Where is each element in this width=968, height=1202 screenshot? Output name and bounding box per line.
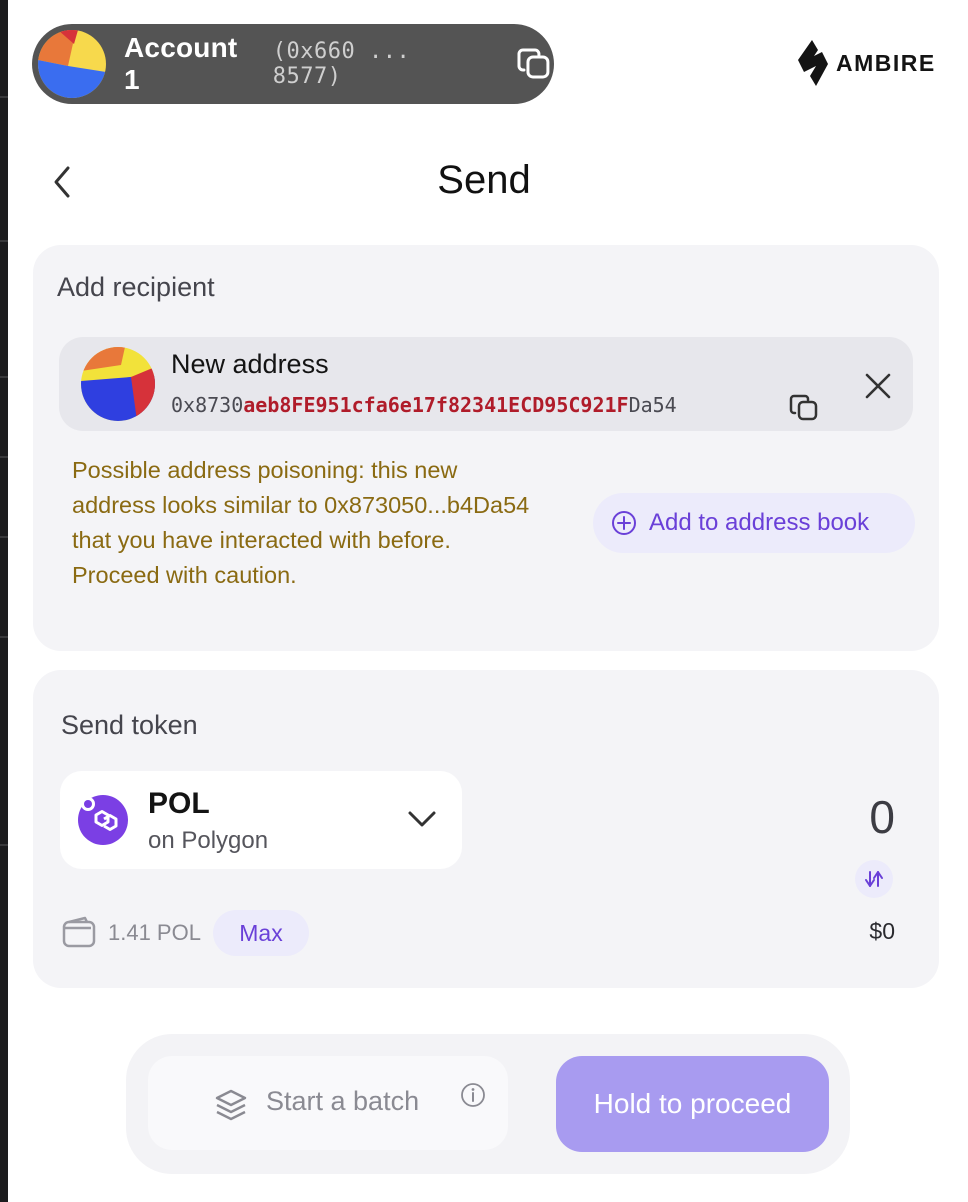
layers-icon [215,1089,247,1121]
page-title: Send [437,158,531,202]
account-name: Account 1 [124,32,238,95]
add-to-address-book-label: Add to address book [649,509,870,536]
recipient-section-label: Add recipient [57,272,215,302]
token-selector[interactable]: POL on Polygon [60,771,462,869]
polygon-icon [78,795,128,845]
ambire-logo-icon [798,40,828,86]
info-icon[interactable] [460,1082,486,1108]
send-token-card: Send token POL on Polygon 0 $0 1.41 POL … [33,670,939,988]
chevron-down-icon [408,811,436,827]
footer-actions: Start a batch Hold to proceed [126,1034,850,1174]
hold-to-proceed-button[interactable]: Hold to proceed [556,1056,829,1152]
plus-circle-icon [612,511,636,535]
token-network: on Polygon [148,827,269,854]
brand-logo: AMBIRE [796,38,936,88]
token-symbol: POL [148,787,210,820]
account-address: (0x660 ... 8577) [272,39,411,89]
copy-icon[interactable] [787,391,821,425]
address-poisoning-warning: Possible address poisoning: this new add… [72,457,530,588]
usd-value: $0 [869,918,895,944]
recipient-avatar [81,347,155,421]
copy-icon[interactable] [514,44,554,84]
token-balance: 1.41 POL [108,920,201,945]
swap-currency-button[interactable] [855,860,893,898]
swap-icon [865,871,883,887]
account-selector[interactable]: Account 1 (0x660 ... 8577) [32,24,554,104]
account-avatar [38,30,106,98]
add-to-address-book-button[interactable]: Add to address book [593,493,915,553]
close-icon[interactable] [863,371,893,401]
recipient-address-row: New address 0x8730aeb8FE951cfa6e17f82341… [59,337,913,431]
token-section-label: Send token [61,710,198,740]
recipient-title: New address [171,349,329,379]
recipient-address: 0x8730aeb8FE951cfa6e17f82341ECD95C921FDa… [171,393,677,417]
recipient-card: Add recipient New address 0x8730aeb8FE95… [33,245,939,651]
wallet-icon [62,916,96,948]
start-batch-button[interactable]: Start a batch [148,1056,508,1150]
start-batch-label: Start a batch [266,1086,420,1116]
amount-input[interactable]: 0 [869,790,895,844]
brand-name: AMBIRE [836,49,936,76]
max-button[interactable]: Max [213,910,309,956]
